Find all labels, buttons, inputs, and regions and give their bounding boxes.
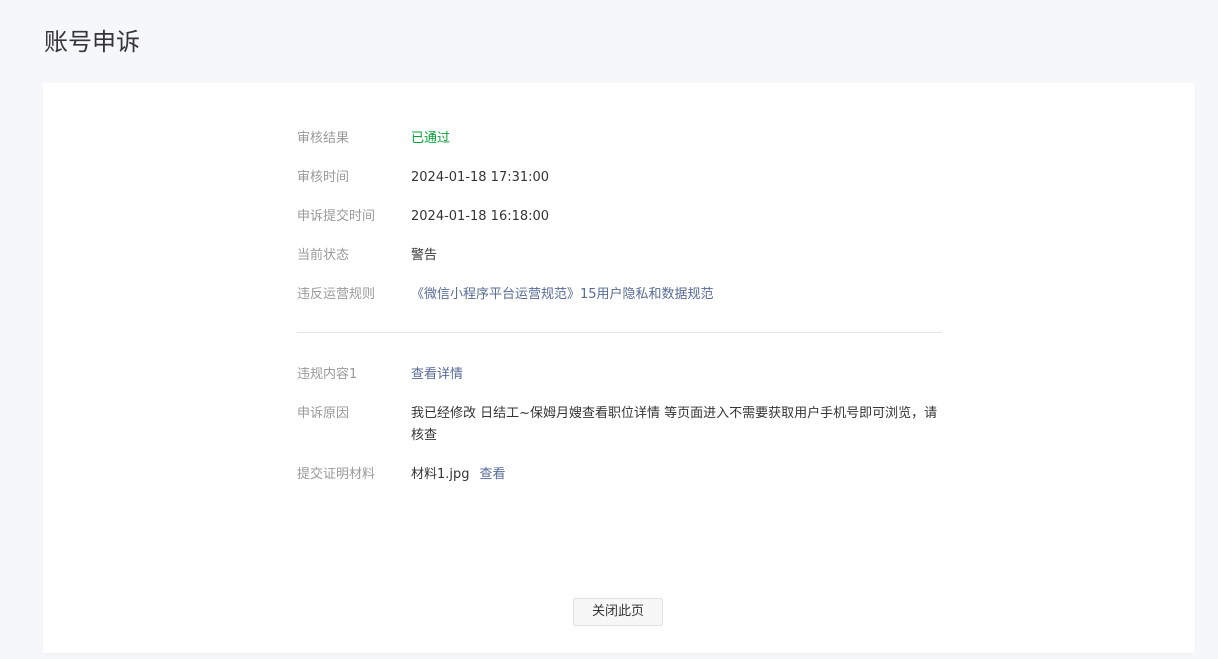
evidence-file-name: 材料1.jpg (411, 467, 470, 482)
page-title: 账号申诉 (44, 28, 140, 56)
section-divider (297, 332, 942, 333)
current-status-label: 当前状态 (297, 248, 350, 263)
violation-content-label: 违规内容1 (297, 367, 358, 382)
appeal-detail-card: 审核结果 已通过 审核时间 2024-01-18 17:31:00 申诉提交时间… (43, 83, 1195, 653)
review-time-label: 审核时间 (297, 170, 350, 185)
view-details-link[interactable]: 查看详情 (411, 364, 941, 386)
submit-time-label: 申诉提交时间 (297, 209, 376, 224)
violated-rule-label: 违反运营规则 (297, 287, 376, 302)
review-result-label: 审核结果 (297, 131, 350, 146)
close-page-button[interactable]: 关闭此页 (573, 598, 663, 626)
appeal-reason-value: 我已经修改 日结工~保姆月嫂查看职位详情 等页面进入不需要获取用户手机号即可浏览… (411, 406, 938, 443)
evidence-value: 材料1.jpg 查看 (411, 464, 941, 486)
evidence-label: 提交证明材料 (297, 467, 376, 482)
evidence-view-link[interactable]: 查看 (480, 467, 506, 482)
appeal-reason-label: 申诉原因 (297, 406, 350, 421)
review-time-value: 2024-01-18 17:31:00 (411, 170, 550, 185)
current-status-value: 警告 (411, 248, 438, 263)
submit-time-value: 2024-01-18 16:18:00 (411, 209, 550, 224)
violated-rule-link[interactable]: 《微信小程序平台运营规范》15用户隐私和数据规范 (411, 284, 941, 306)
review-result-value: 已通过 (411, 131, 451, 146)
